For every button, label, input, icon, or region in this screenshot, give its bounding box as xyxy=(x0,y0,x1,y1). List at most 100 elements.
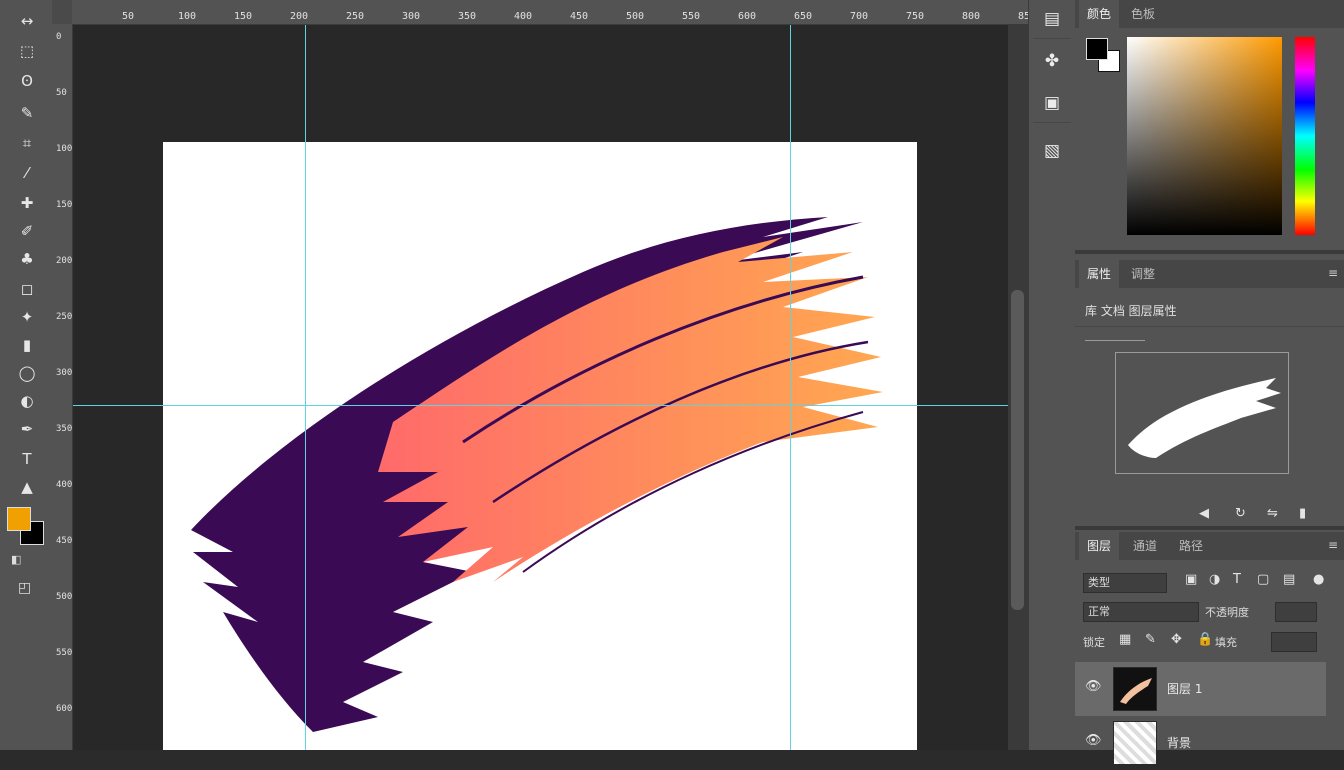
tab-paths[interactable]: 路径 xyxy=(1171,532,1211,560)
crop-tool-icon[interactable]: ⌗ xyxy=(10,130,44,156)
tab-swatches[interactable]: 色板 xyxy=(1123,0,1163,28)
tab-channels[interactable]: 通道 xyxy=(1125,532,1165,560)
panel-divider xyxy=(1075,250,1344,254)
lasso-tool-icon[interactable]: ʘ xyxy=(10,68,44,94)
ruler-tick-label: 200 xyxy=(290,11,309,22)
quick-select-tool-icon[interactable]: ✎ xyxy=(10,100,44,126)
layer-thumbnail xyxy=(1113,721,1157,765)
ruler-tick-label: 200 xyxy=(56,256,73,266)
ruler-tick-label: 650 xyxy=(794,11,813,22)
lock-transparent-icon[interactable]: ▦ xyxy=(1119,632,1131,647)
navigator-preview-frame[interactable] xyxy=(1115,352,1289,474)
vertical-guide[interactable] xyxy=(790,25,791,750)
color-panel-foreground-swatch[interactable] xyxy=(1086,38,1108,60)
ruler-tick-label: 350 xyxy=(56,424,73,434)
layer-row[interactable]: 👁 背景 xyxy=(1075,716,1326,770)
layer-row[interactable]: 👁 图层 1 xyxy=(1075,662,1326,716)
filter-smart-icon[interactable]: ▤ xyxy=(1283,572,1295,587)
document-canvas[interactable] xyxy=(163,142,917,750)
divider xyxy=(1085,340,1145,341)
ruler-tick-label: 100 xyxy=(56,144,73,154)
ruler-tick-label: 50 xyxy=(122,11,135,22)
blur-tool-icon[interactable]: ◯ xyxy=(10,360,44,386)
blend-mode-select[interactable]: 正常 xyxy=(1083,602,1199,622)
foreground-color-swatch[interactable] xyxy=(7,507,31,531)
ruler-tick-label: 500 xyxy=(56,592,73,602)
character-panel-icon[interactable]: ▣ xyxy=(1035,86,1069,120)
visibility-eye-icon[interactable]: 👁 xyxy=(1085,733,1102,748)
clone-stamp-tool-icon[interactable]: ♣ xyxy=(10,246,44,272)
properties-panel-tabs: 属性 调整 ≡ xyxy=(1075,260,1344,288)
ruler-tick-label: 800 xyxy=(962,11,981,22)
ruler-tick-label: 350 xyxy=(458,11,477,22)
hue-slider[interactable] xyxy=(1295,37,1315,235)
scrollbar-thumb[interactable] xyxy=(1011,290,1024,610)
filter-adjust-icon[interactable]: ◑ xyxy=(1209,572,1220,587)
rotate-icon[interactable]: ↻ xyxy=(1235,506,1246,521)
brush-settings-icon[interactable]: ✤ xyxy=(1035,44,1069,78)
vertical-ruler: 0 50 100 150 200 250 300 350 400 450 500 550 600 xyxy=(52,24,73,750)
tab-layers[interactable]: 图层 xyxy=(1079,532,1120,560)
vertical-guide[interactable] xyxy=(305,25,306,750)
ruler-tick-label: 150 xyxy=(56,200,73,210)
pen-tool-icon[interactable]: ✒ xyxy=(10,416,44,442)
eyedropper-tool-icon[interactable]: ⁄ xyxy=(10,160,44,186)
ruler-tick-label: 0 xyxy=(56,32,62,42)
eraser-tool-icon[interactable]: ✦ xyxy=(10,304,44,330)
tab-adjustments[interactable]: 调整 xyxy=(1123,260,1163,288)
layer-name[interactable]: 背景 xyxy=(1167,734,1191,751)
panel-menu-icon[interactable]: ≡ xyxy=(1328,266,1338,280)
opacity-field[interactable] xyxy=(1275,602,1317,622)
horizontal-guide[interactable] xyxy=(73,405,1008,406)
layer-thumbnail xyxy=(1113,667,1157,711)
filter-label: 类型 xyxy=(1088,576,1110,589)
history-panel-icon[interactable]: ▤ xyxy=(1035,2,1069,36)
fill-field[interactable] xyxy=(1271,632,1317,652)
dodge-tool-icon[interactable]: ◐ xyxy=(10,388,44,414)
marquee-tool-icon[interactable]: ⬚ xyxy=(10,38,44,64)
ruler-tick-label: 550 xyxy=(56,648,73,658)
blend-mode-value: 正常 xyxy=(1088,605,1110,618)
gradient-tool-icon[interactable]: ▮ xyxy=(10,332,44,358)
filter-toggle-icon[interactable]: ● xyxy=(1313,572,1324,587)
lock-position-icon[interactable]: ✥ xyxy=(1171,632,1182,647)
ruler-tick-label: 250 xyxy=(346,11,365,22)
ruler-tick-label: 600 xyxy=(56,704,73,714)
ruler-tick-label: 700 xyxy=(850,11,869,22)
divider xyxy=(1075,326,1344,327)
flip-icon[interactable]: ⇋ xyxy=(1267,506,1278,521)
filter-pixel-icon[interactable]: ▣ xyxy=(1185,572,1197,587)
tab-color[interactable]: 颜色 xyxy=(1079,0,1120,28)
tab-properties[interactable]: 属性 xyxy=(1079,260,1120,288)
healing-brush-tool-icon[interactable]: ✚ xyxy=(10,190,44,216)
brush-tool-icon[interactable]: ✐ xyxy=(10,218,44,244)
paragraph-panel-icon[interactable]: ▧ xyxy=(1035,134,1069,168)
history-brush-tool-icon[interactable]: ◻ xyxy=(10,276,44,302)
ruler-corner xyxy=(52,0,72,24)
path-select-tool-icon[interactable]: ▲ xyxy=(10,474,44,500)
default-colors-icon[interactable]: ◧ xyxy=(11,553,21,566)
lock-pixels-icon[interactable]: ✎ xyxy=(1145,632,1156,647)
filter-shape-icon[interactable]: ▢ xyxy=(1257,572,1269,587)
quick-mask-icon[interactable]: ◰ xyxy=(18,580,31,596)
divider xyxy=(1033,122,1071,123)
ruler-tick-label: 450 xyxy=(570,11,589,22)
color-panel-tabs: 颜色 色板 xyxy=(1075,0,1344,28)
lock-all-icon[interactable]: 🔒 xyxy=(1197,632,1213,647)
panel-menu-icon[interactable]: ≡ xyxy=(1328,538,1338,552)
trash-icon[interactable]: ▮ xyxy=(1299,506,1306,521)
navigator-thumbnail xyxy=(1128,378,1281,458)
tools-panel: ↔ ⬚ ʘ ✎ ⌗ ⁄ ✚ ✐ ♣ ◻ ✦ ▮ ◯ ◐ ✒ T ▲ ◧ ◰ xyxy=(0,0,53,750)
filter-type-icon[interactable]: T xyxy=(1233,572,1241,587)
visibility-eye-icon[interactable]: 👁 xyxy=(1085,679,1102,694)
color-picker-field[interactable] xyxy=(1127,37,1282,235)
rotate-left-icon[interactable]: ◀ xyxy=(1199,506,1209,521)
type-tool-icon[interactable]: T xyxy=(10,446,44,472)
fill-label: 填充 xyxy=(1215,636,1237,649)
move-tool-icon[interactable]: ↔ xyxy=(10,8,44,34)
layer-name[interactable]: 图层 1 xyxy=(1167,680,1202,697)
ruler-tick-label: 100 xyxy=(178,11,197,22)
opacity-label: 不透明度 xyxy=(1205,606,1249,619)
ruler-tick-label: 500 xyxy=(626,11,645,22)
layer-filter-select[interactable]: 类型 xyxy=(1083,573,1167,593)
